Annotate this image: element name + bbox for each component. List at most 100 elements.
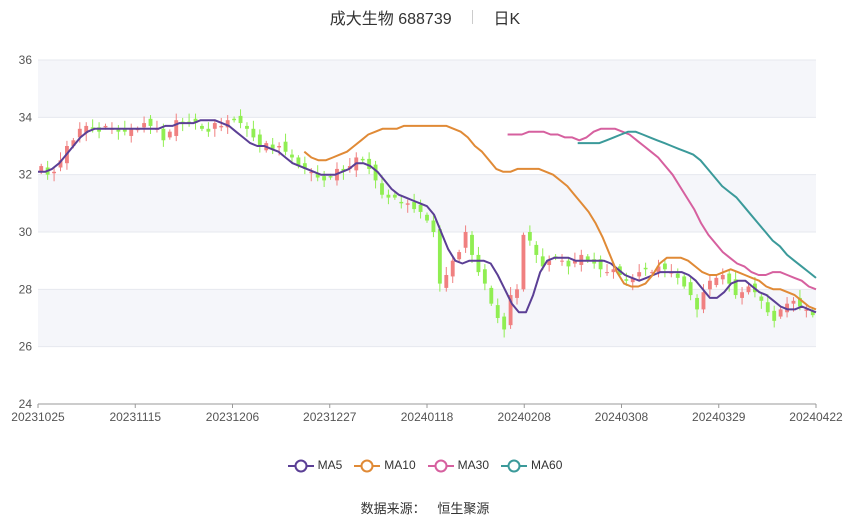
legend-item-ma10[interactable]: MA10 [354,458,416,473]
candle-body [502,316,507,330]
candle-body [251,128,256,138]
legend-marker-icon [354,459,381,473]
legend-marker-icon [501,459,528,473]
candle-body [148,118,153,126]
y-tick-label: 26 [19,340,33,354]
candle-body [322,176,327,181]
candle-body [437,229,442,284]
x-tick-label: 20231227 [303,410,357,424]
candle-body [720,275,725,280]
legend-item-ma60[interactable]: MA60 [501,458,562,473]
candle-body [399,201,404,204]
candle-body [386,194,391,198]
candle-body [129,128,134,136]
plot-band [38,60,816,118]
legend-label: MA60 [531,458,563,473]
candle-body [688,282,693,296]
candle-body [624,279,629,281]
candle-body [360,158,365,161]
legend-label: MA10 [384,458,416,473]
candle-body [759,296,764,301]
candle-body [380,183,384,195]
x-tick-label: 20231115 [109,410,161,424]
y-tick-label: 30 [19,225,33,239]
candle-body [707,280,712,290]
candle-body [740,292,744,298]
candle-body [662,263,667,270]
x-tick-label: 20240422 [789,410,843,424]
source-label: 数据来源： [360,501,426,516]
legend-marker-icon [427,459,454,473]
candle-body [405,203,410,205]
legend-label: MA30 [457,458,490,473]
candle-body [482,269,487,284]
candle-body [714,277,719,286]
candle-body [695,297,699,310]
candle-body [765,302,770,313]
candle-body [476,254,481,273]
candle-body [277,146,282,148]
candle-body [772,310,777,321]
candle-body [283,141,288,152]
candle-body [605,272,609,274]
candle-body [463,232,468,248]
candlestick-chart: 24 26 28 30 32 34 36 20231025 20231115 20231206 20… [11,53,843,424]
plot-band [38,346,816,404]
candle-body [675,273,680,278]
plot-band [38,232,816,290]
y-tick-label: 36 [19,53,33,67]
x-tick-label: 20231025 [11,410,65,424]
candle-body [212,123,217,129]
candle-body [470,234,474,255]
x-tick-label: 20240308 [595,410,649,424]
candle-body [418,204,423,212]
candle-body [232,118,237,121]
y-tick-label: 32 [19,168,33,182]
candle-body [527,232,532,241]
candle-body [444,275,449,288]
legend-label: MA5 [317,458,343,473]
legend-item-ma30[interactable]: MA30 [427,458,490,473]
candle-body [560,260,564,262]
candle-body [328,176,333,178]
chart-legend: MA5 MA10 MA30 MA60 [0,458,850,473]
y-tick-label: 24 [19,397,33,411]
candle-body [103,125,108,128]
candle-body [611,269,616,273]
data-source: 数据来源： 恒生聚源 [0,498,850,517]
x-tick-label: 20240208 [498,410,552,424]
candle-body [727,273,732,284]
y-tick-label: 28 [19,282,33,296]
candle-body [257,134,262,146]
x-tick-label: 20240118 [401,410,454,424]
candle-body [778,309,783,317]
candle-body [245,125,249,129]
candle-body [515,289,519,298]
y-tick-label: 34 [19,110,33,124]
legend-item-ma5[interactable]: MA5 [287,458,343,473]
plot-band [38,289,816,347]
candle-body [161,128,166,141]
plot-band [38,174,816,232]
candle-body [142,123,147,128]
candle-body [392,194,397,198]
candle-body [566,260,571,267]
candle-body [643,267,648,270]
candle-body [290,154,294,158]
candle-body [238,115,243,124]
legend-marker-icon [287,459,314,473]
candle-body [521,234,526,290]
candle-body [206,128,211,132]
candle-body [431,220,436,232]
source-name: 恒生聚源 [437,501,490,516]
candle-body [219,125,224,128]
candle-body [495,305,500,318]
candle-body [701,292,706,310]
candle-body [450,260,455,277]
candle-body [167,131,172,138]
candle-body [174,120,179,136]
candle-body [682,276,687,287]
candle-body [637,272,642,277]
candle-body [534,244,539,255]
candle-body [425,214,429,221]
